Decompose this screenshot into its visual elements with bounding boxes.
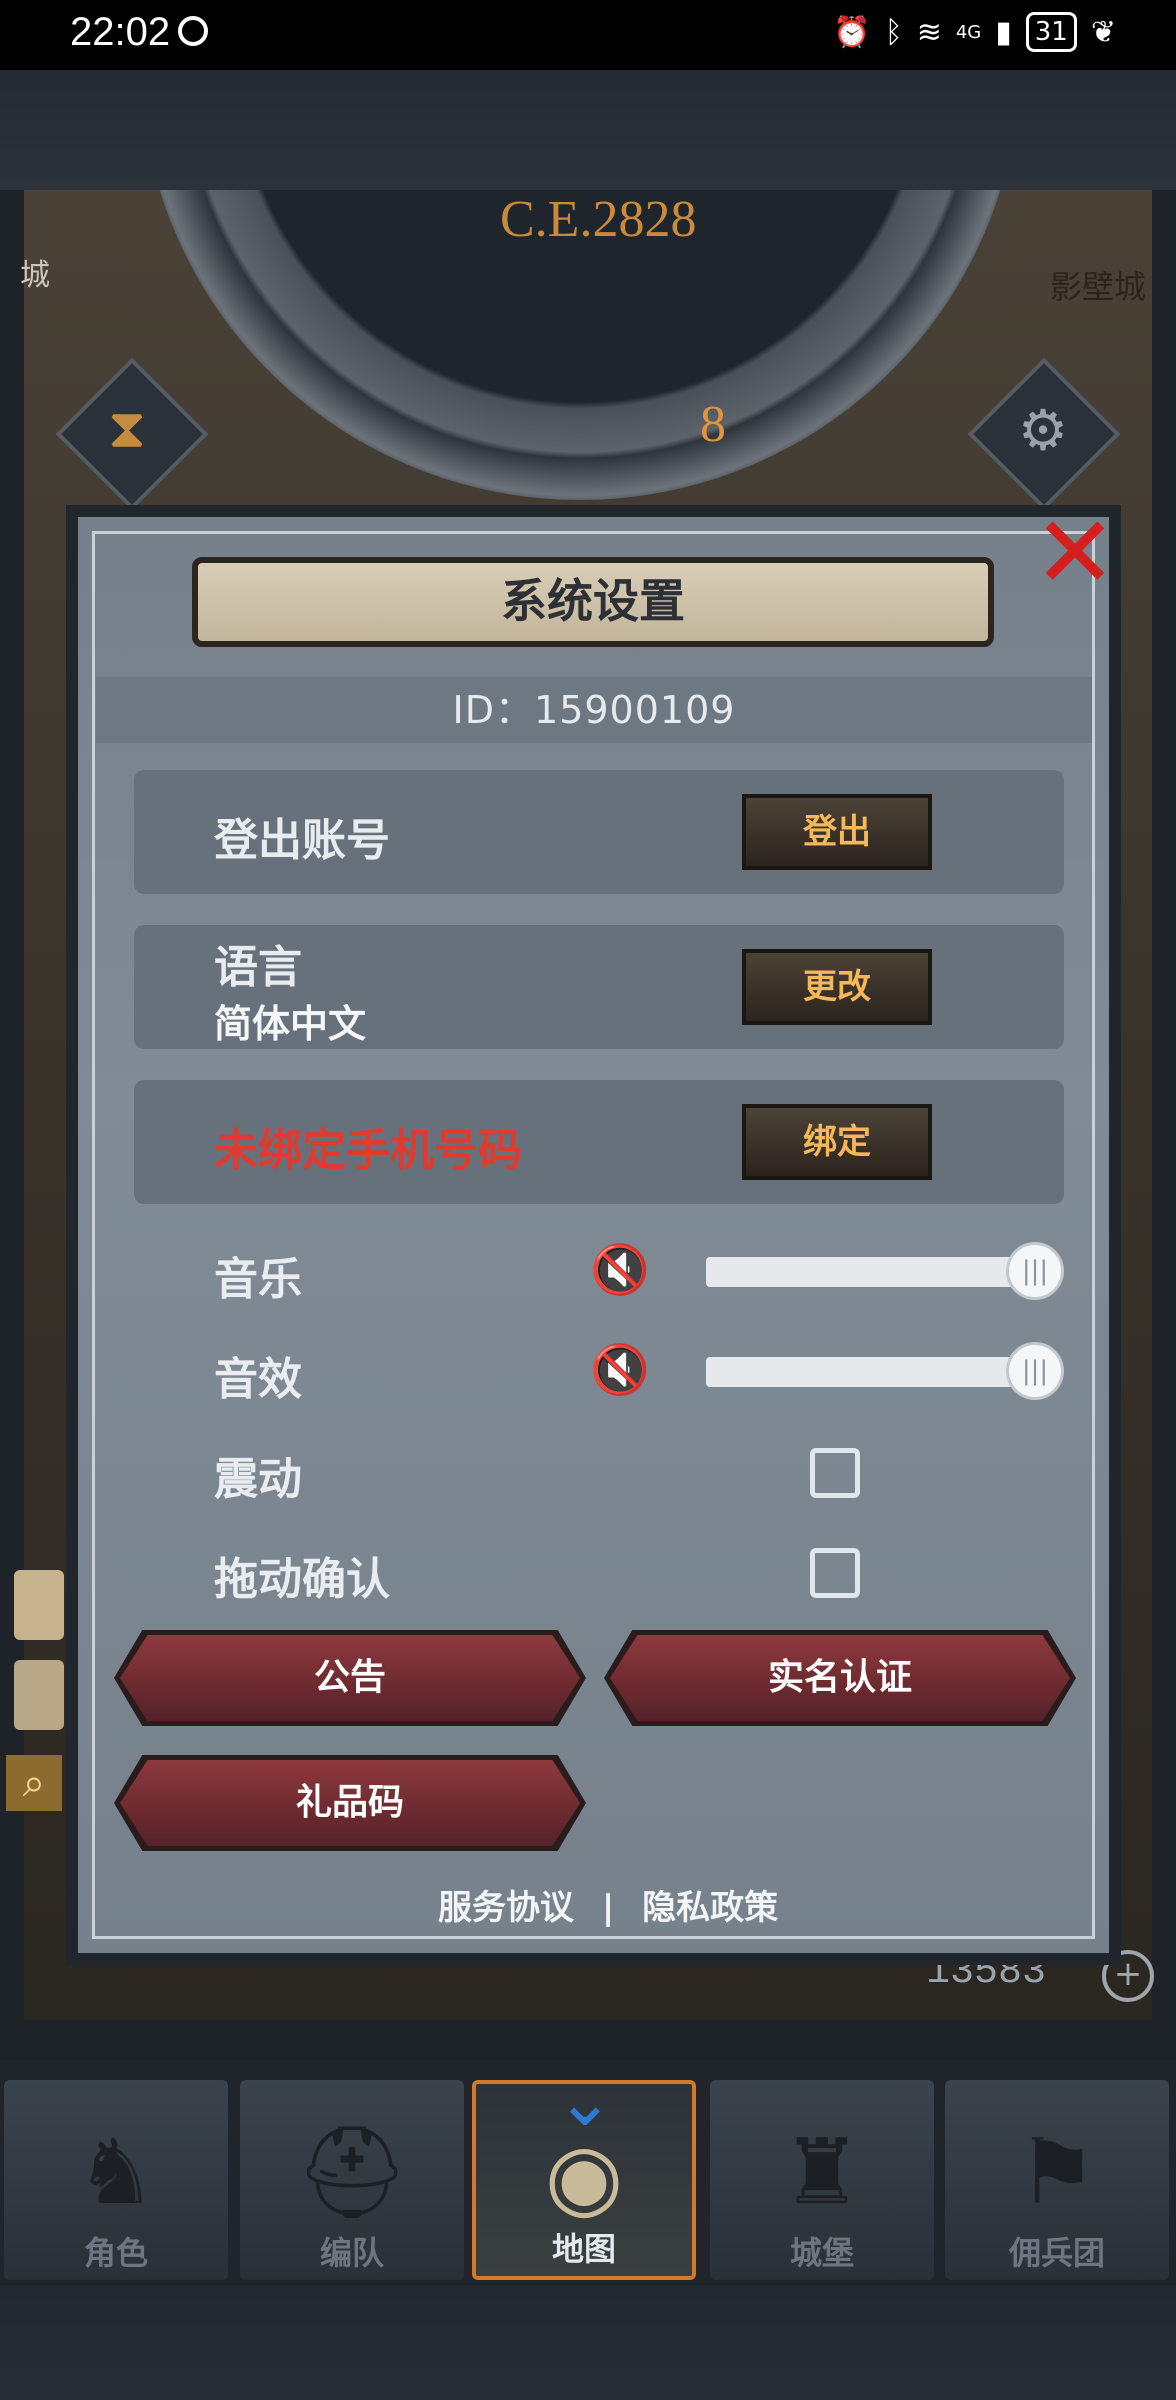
- search-icon[interactable]: ⌕: [6, 1755, 62, 1811]
- map-label-right: 影壁城: [1049, 268, 1146, 306]
- phone-row: 未绑定手机号码 绑定: [134, 1080, 1064, 1204]
- phone-unbound-label: 未绑定手机号码: [214, 1125, 522, 1176]
- banner-icon: ⚑: [1016, 2120, 1098, 2225]
- language-value: 简体中文: [214, 1002, 367, 1046]
- bluetooth-icon: ᛒ: [884, 14, 903, 50]
- language-label: 语言: [214, 942, 302, 993]
- bind-phone-button[interactable]: 绑定: [742, 1104, 932, 1180]
- calendar-current-month: 8: [700, 396, 726, 453]
- dialog-title: 系统设置: [192, 557, 994, 647]
- calendar-year: C.E.2828: [500, 191, 697, 248]
- helmet-icon: ⛑: [294, 2120, 410, 2225]
- knight-icon: ♞: [75, 2120, 157, 2225]
- quest-scroll-icon[interactable]: [14, 1660, 64, 1730]
- nav-tab-label: 城堡: [789, 2234, 854, 2272]
- footer-separator: |: [601, 1888, 615, 1928]
- hourglass-icon: ⧗: [108, 397, 146, 461]
- network-type-label: 4G: [955, 21, 982, 43]
- wifi-icon: ≋: [916, 14, 942, 50]
- footer-links: 服务协议 | 隐私政策: [430, 1880, 786, 1929]
- clock-status-icon: [178, 16, 208, 46]
- sound-slider[interactable]: |||: [706, 1342, 1064, 1400]
- leaf-icon: ❦: [1090, 14, 1116, 50]
- realname-button[interactable]: 实名认证: [610, 1635, 1070, 1721]
- nav-tab-formation[interactable]: ⛑ 编队: [240, 2080, 464, 2280]
- map-label-left: 城: [20, 258, 50, 293]
- bottom-band: [0, 2285, 1176, 2400]
- nav-tab-character[interactable]: ♞ 角色: [4, 2080, 228, 2280]
- sound-slider-knob[interactable]: |||: [1006, 1342, 1064, 1400]
- service-agreement-link[interactable]: 服务协议: [438, 1888, 574, 1928]
- logout-label: 登出账号: [214, 815, 390, 866]
- status-time: 22:02: [70, 10, 171, 54]
- drag-confirm-checkbox[interactable]: [810, 1548, 860, 1598]
- battery-indicator: 31: [1025, 12, 1077, 52]
- status-icons: ⏰ ᛒ ≋ 4G ▮ 31 ❦: [833, 12, 1116, 52]
- vibration-label: 震动: [214, 1454, 302, 1505]
- top-band: [0, 70, 1176, 190]
- chevron-down-icon: ⌄: [555, 2060, 615, 2142]
- giftcode-button[interactable]: 礼品码: [120, 1760, 580, 1846]
- gear-icon: ⚙: [1017, 398, 1069, 464]
- sound-label: 音效: [214, 1354, 302, 1405]
- logout-button[interactable]: 登出: [742, 794, 932, 870]
- signal-icon: ▮: [995, 14, 1012, 50]
- language-row: 语言 简体中文 更改: [134, 925, 1064, 1049]
- close-icon[interactable]: ✕: [1030, 503, 1120, 603]
- nav-tab-castle[interactable]: ♜ 城堡: [710, 2080, 934, 2280]
- music-mute-icon[interactable]: 🔇: [590, 1240, 660, 1300]
- change-language-button[interactable]: 更改: [742, 949, 932, 1025]
- nav-tab-label: 角色: [83, 2234, 148, 2272]
- music-label: 音乐: [214, 1254, 302, 1305]
- scroll-icon[interactable]: [14, 1570, 64, 1640]
- calendar-wheel: C.E.2828 8: [140, 190, 1020, 500]
- vibration-checkbox[interactable]: [810, 1448, 860, 1498]
- status-bar: 22:02 ⏰ ᛒ ≋ 4G ▮ 31 ❦: [0, 0, 1176, 70]
- nav-tab-label: 地图: [551, 2230, 616, 2268]
- nav-tab-label: 编队: [319, 2234, 384, 2272]
- music-slider-knob[interactable]: |||: [1006, 1242, 1064, 1300]
- music-slider[interactable]: |||: [706, 1242, 1064, 1300]
- alarm-icon: ⏰: [833, 14, 871, 50]
- sound-mute-icon[interactable]: 🔇: [590, 1340, 660, 1400]
- player-id: ID：15900109: [96, 677, 1092, 743]
- nav-tab-label: 佣兵团: [1008, 2234, 1105, 2272]
- notice-button[interactable]: 公告: [120, 1635, 580, 1721]
- drag-confirm-label: 拖动确认: [214, 1554, 390, 1605]
- privacy-policy-link[interactable]: 隐私政策: [642, 1888, 778, 1928]
- logout-row: 登出账号 登出: [134, 770, 1064, 894]
- nav-tab-mercenary[interactable]: ⚑ 佣兵团: [945, 2080, 1169, 2280]
- castle-icon: ♜: [781, 2120, 863, 2225]
